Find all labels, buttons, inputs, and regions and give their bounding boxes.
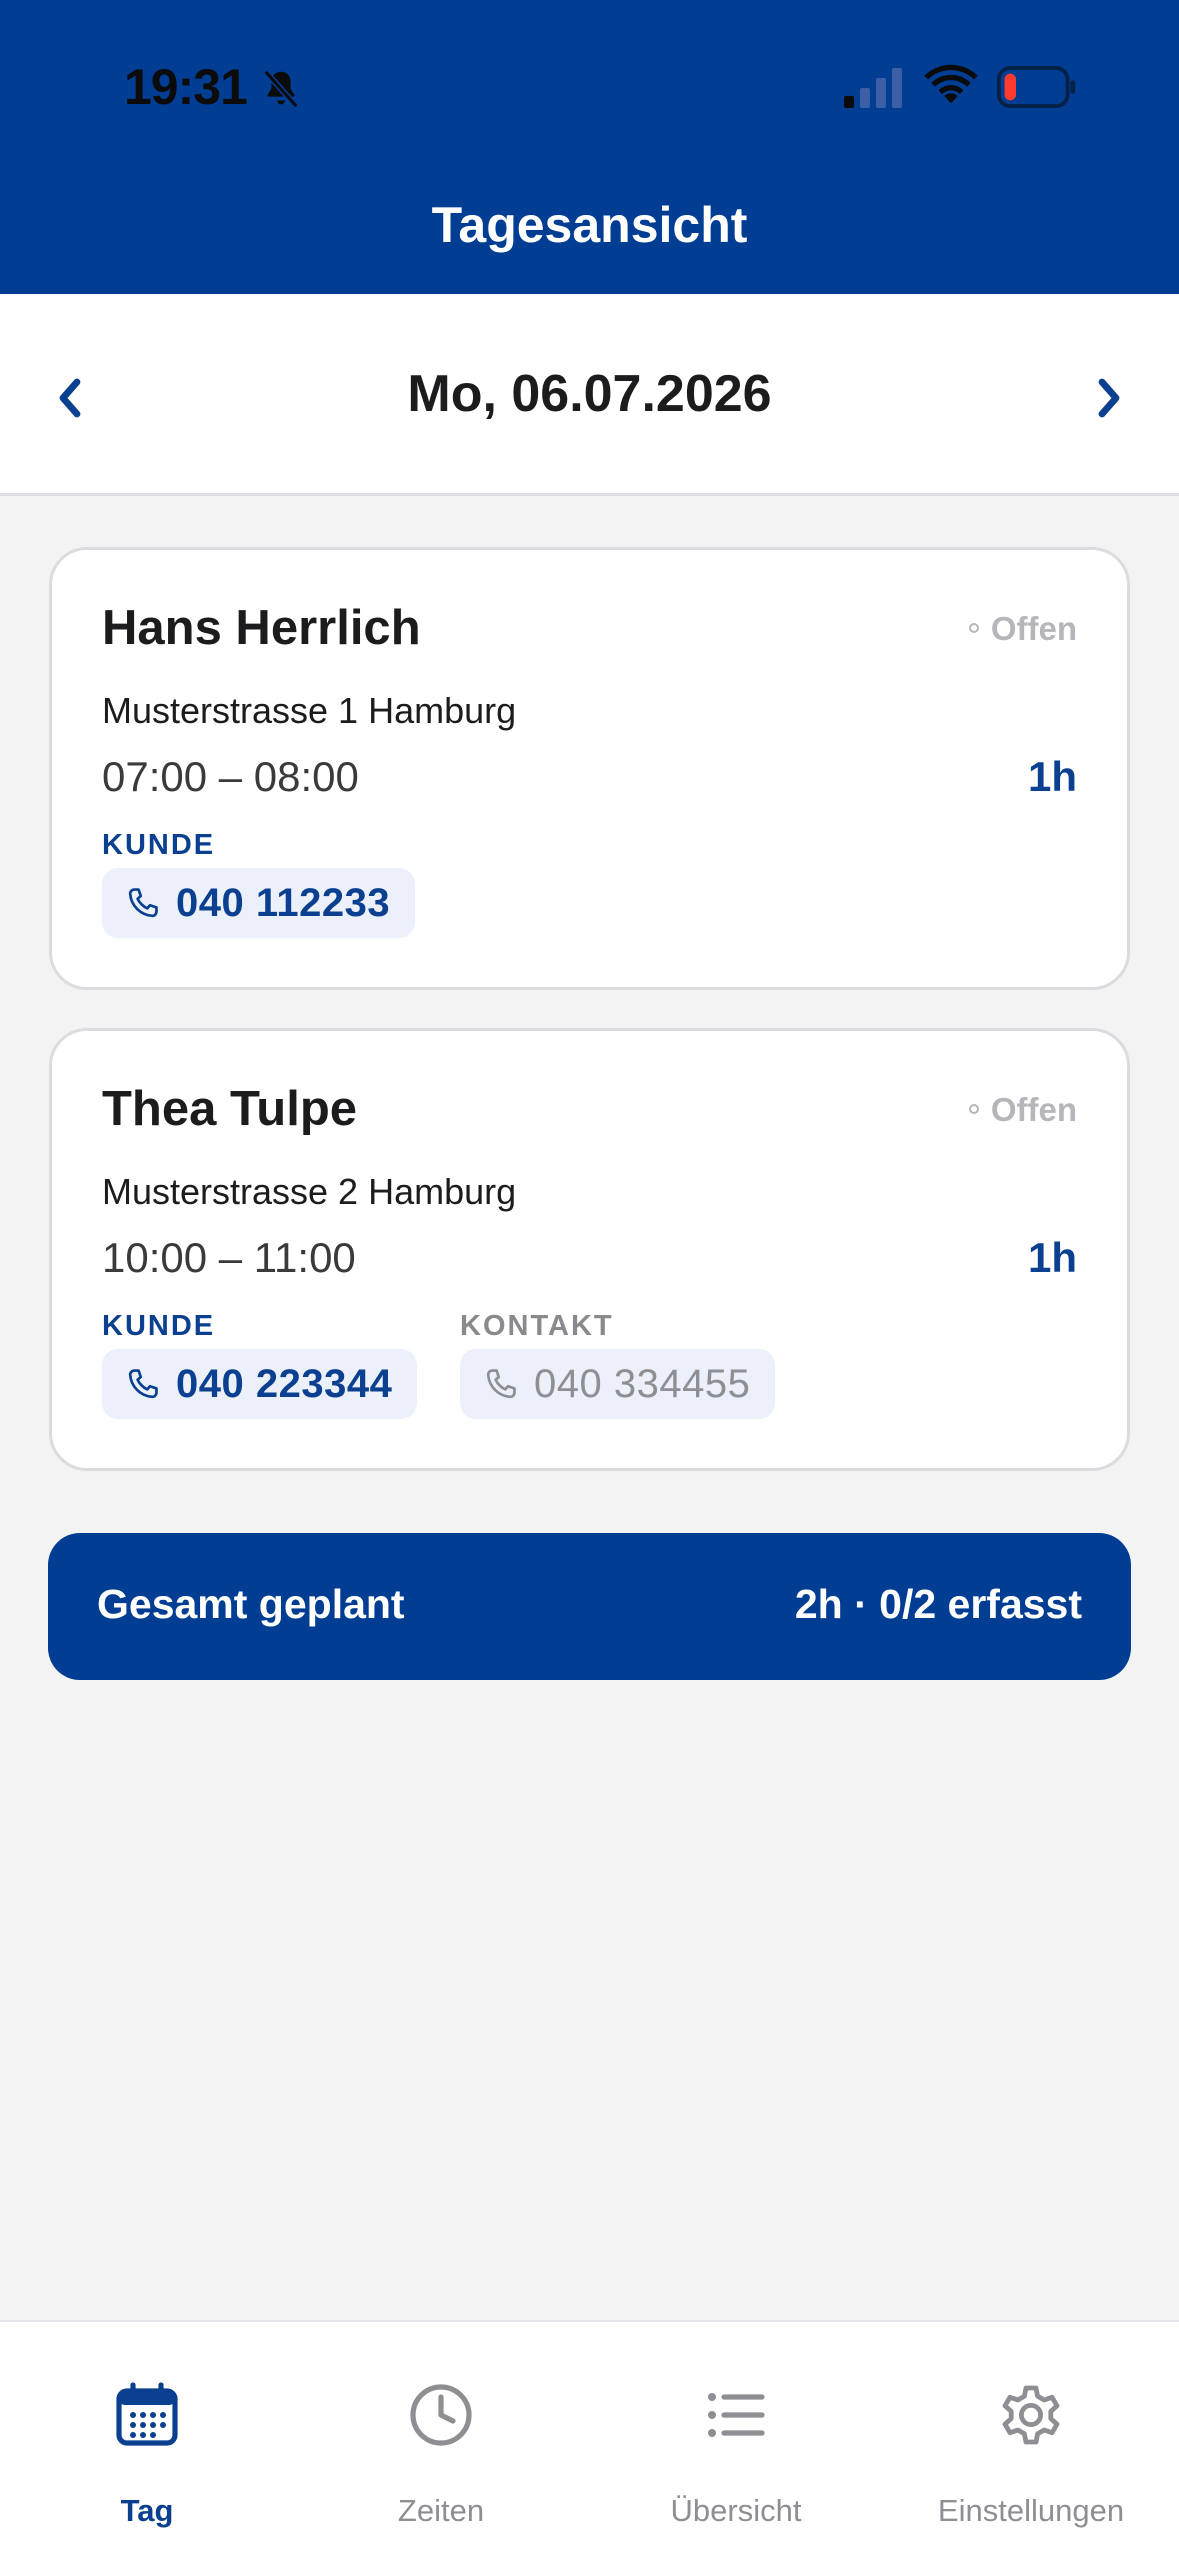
tab-zeiten[interactable]: Zeiten bbox=[294, 2322, 588, 2556]
status-dot-icon bbox=[968, 623, 979, 634]
appointment-duration: 1h bbox=[1027, 753, 1077, 800]
date-navigation: Mo, 06.07.2026 bbox=[0, 294, 1179, 496]
calendar-icon bbox=[116, 2382, 178, 2446]
call-contact-button[interactable]: 040 334455 bbox=[460, 1349, 776, 1419]
customer-address: Musterstrasse 2 Hamburg bbox=[102, 1171, 517, 1212]
current-date: Mo, 06.07.2026 bbox=[407, 365, 772, 423]
tab-label: Tag bbox=[120, 2493, 174, 2528]
customer-name: Thea Tulpe bbox=[102, 1082, 358, 1136]
next-day-button[interactable] bbox=[1069, 358, 1149, 438]
summary-label: Gesamt geplant bbox=[97, 1581, 405, 1627]
tab-label: Zeiten bbox=[397, 2493, 485, 2528]
customer-name: Hans Herrlich bbox=[102, 601, 421, 655]
battery-icon bbox=[996, 66, 1076, 108]
phone-icon bbox=[486, 1369, 516, 1399]
summary-value: 2h · 0/2 erfasst bbox=[794, 1581, 1082, 1627]
phone-group-kunde: KUNDE 040 223344 bbox=[102, 1310, 418, 1419]
phone-label: KONTAKT bbox=[460, 1310, 614, 1342]
bell-muted-icon bbox=[263, 69, 299, 109]
status-text: Offen bbox=[990, 1091, 1077, 1128]
tab-uebersicht[interactable]: Übersicht bbox=[589, 2322, 883, 2556]
appointment-card[interactable]: Hans Herrlich Offen Musterstrasse 1 Hamb… bbox=[49, 547, 1130, 990]
chevron-right-icon bbox=[1098, 378, 1120, 418]
page-title: Tagesansicht bbox=[431, 197, 748, 253]
phone-number: 040 112233 bbox=[176, 880, 391, 925]
tab-label: Einstellungen bbox=[937, 2493, 1125, 2528]
status-time: 19:31 bbox=[124, 59, 248, 115]
status-badge: Offen bbox=[968, 1091, 1077, 1129]
tab-label: Übersicht bbox=[670, 2493, 802, 2528]
day-summary-bar: Gesamt geplant 2h · 0/2 erfasst bbox=[48, 1533, 1131, 1680]
clock-icon bbox=[410, 2384, 472, 2446]
phone-group-kontakt: KONTAKT 040 334455 bbox=[460, 1310, 776, 1419]
app-screen: 19:31 Tagesansicht Mo, 06.07.2026 Hans H… bbox=[0, 0, 1179, 2556]
signal-icon bbox=[844, 68, 902, 108]
status-dot-icon bbox=[968, 1104, 979, 1115]
app-header: 19:31 Tagesansicht bbox=[0, 0, 1179, 294]
appointment-card[interactable]: Thea Tulpe Offen Musterstrasse 2 Hamburg… bbox=[49, 1028, 1130, 1471]
phone-number: 040 223344 bbox=[176, 1361, 393, 1406]
appointment-time: 10:00 – 11:00 bbox=[102, 1234, 356, 1281]
call-customer-button[interactable]: 040 112233 bbox=[102, 868, 416, 938]
gear-icon bbox=[1002, 2385, 1060, 2445]
phone-label: KUNDE bbox=[102, 1310, 216, 1342]
call-customer-button[interactable]: 040 223344 bbox=[102, 1349, 418, 1419]
tab-einstellungen[interactable]: Einstellungen bbox=[884, 2322, 1178, 2556]
list-icon bbox=[708, 2393, 765, 2437]
appointment-duration: 1h bbox=[1027, 1234, 1077, 1281]
phone-icon bbox=[128, 1369, 158, 1399]
status-badge: Offen bbox=[968, 610, 1077, 648]
customer-address: Musterstrasse 1 Hamburg bbox=[102, 690, 517, 731]
phone-icon bbox=[128, 888, 158, 918]
phone-label: KUNDE bbox=[102, 829, 216, 861]
tab-bar: Tag Zeiten Übersicht Einstellungen bbox=[0, 2320, 1179, 2556]
phone-group-kunde: KUNDE 040 112233 bbox=[102, 829, 416, 938]
phone-number: 040 334455 bbox=[534, 1361, 751, 1406]
status-text: Offen bbox=[990, 610, 1077, 647]
tab-tag[interactable]: Tag bbox=[0, 2322, 294, 2556]
wifi-icon bbox=[924, 64, 978, 104]
appointment-time: 07:00 – 08:00 bbox=[102, 753, 359, 800]
